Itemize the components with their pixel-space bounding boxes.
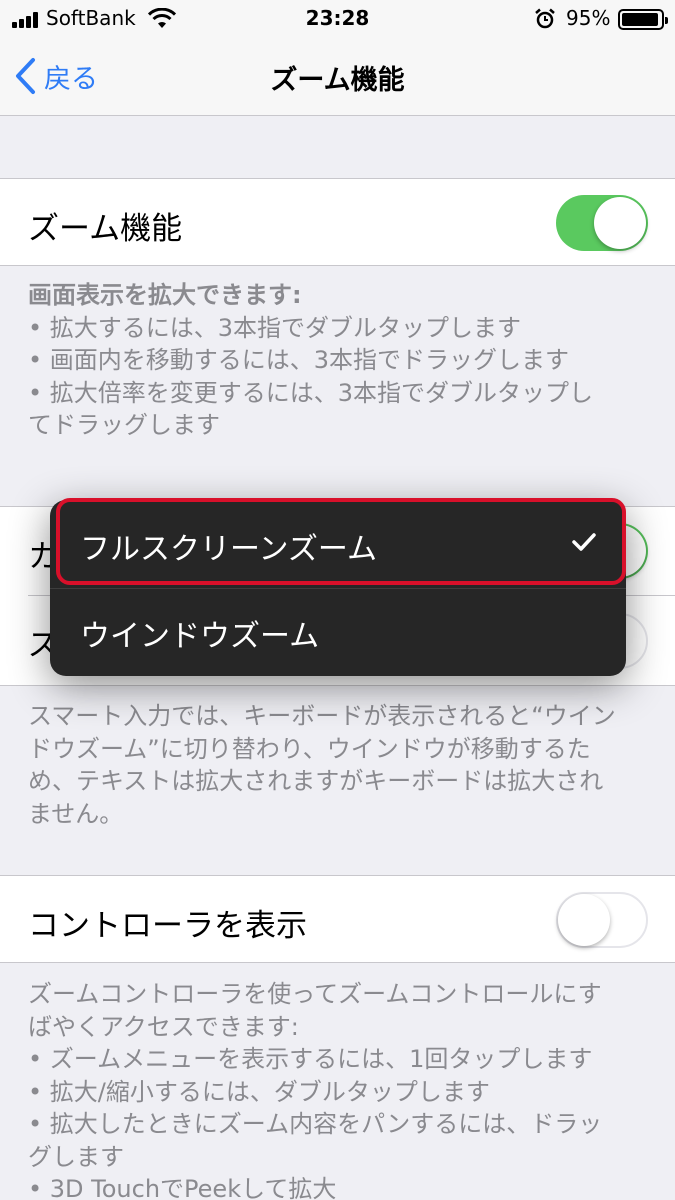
highlight-box [56, 498, 626, 585]
zoom-toggle[interactable] [556, 195, 648, 251]
show-controller-cell: コントローラを表示 [0, 875, 675, 963]
controller-description-line: • 3D TouchでPeekして拡大 [28, 1175, 337, 1200]
smart-typing-line: ドウズーム”に切り替わり、ウインドウが移動するた [28, 734, 591, 763]
zoom-description-heading: 画面表示を拡大できます: [28, 281, 302, 309]
smart-typing-line: め、テキストは拡大されますがキーボードは拡大され [28, 767, 604, 795]
page-title: ズーム機能 [270, 65, 405, 96]
smart-typing-description: スマート入力では、キーボードが表示されると“ウイン ドウズーム”に切り替わり、ウ… [28, 700, 648, 830]
menu-item-label: ウインドウズーム [80, 619, 320, 654]
toggle-knob [594, 197, 646, 249]
controller-description-line: • 拡大/縮小するには、ダブルタップします [28, 1077, 490, 1106]
navigation-bar: 戻る ズーム機能 [0, 40, 675, 116]
zoom-description: 画面表示を拡大できます: • 拡大するには、3本指でダブルタップします • 画面… [28, 279, 648, 442]
zoom-description-line: • 画面内を移動するには、3本指でドラッグします [28, 346, 570, 374]
zoom-description-line: てドラッグします [28, 411, 220, 439]
alarm-icon [535, 8, 555, 29]
battery-icon [618, 9, 668, 30]
toggle-knob [558, 894, 610, 946]
controller-description-line: ズームコントローラを使ってズームコントロールにす [28, 980, 602, 1008]
controller-description-line: • ズームメニューを表示するには、1回タップします [28, 1045, 593, 1073]
show-controller-label: コントローラを表示 [28, 908, 307, 944]
zoom-label: ズーム機能 [28, 211, 183, 247]
controller-description: ズームコントローラを使ってズームコントロールにす ばやくアクセスできます: • … [28, 978, 648, 1200]
zoom-cell: ズーム機能 [0, 178, 675, 266]
menu-item-window-zoom[interactable]: ウインドウズーム [50, 589, 626, 677]
smart-typing-line: ません。 [28, 799, 124, 828]
controller-description-line: グします [28, 1142, 124, 1171]
show-controller-toggle[interactable] [556, 892, 648, 948]
battery-percentage: 95% [566, 6, 611, 30]
smart-typing-line: スマート入力では、キーボードが表示されると“ウイン [28, 702, 616, 730]
zoom-description-line: • 拡大倍率を変更するには、3本指でダブルタップし [28, 378, 594, 407]
status-bar: SoftBank 23:28 95% [0, 0, 675, 40]
zoom-description-line: • 拡大するには、3本指でダブルタップします [28, 313, 522, 342]
controller-description-line: • 拡大したときにズーム内容をパンするには、ドラッ [28, 1110, 603, 1138]
controller-description-line: ばやくアクセスできます: [28, 1012, 299, 1041]
